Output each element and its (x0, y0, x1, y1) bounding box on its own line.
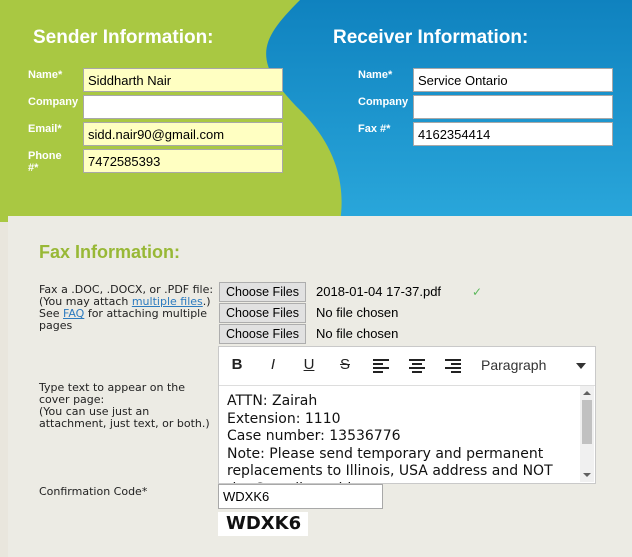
align-left-icon[interactable] (371, 356, 391, 377)
captcha-image: WDXK6 (218, 512, 308, 536)
fax-heading: Fax Information: (39, 242, 181, 262)
sender-company-input[interactable] (83, 95, 283, 119)
receiver-company-input[interactable] (413, 95, 613, 119)
sender-email-label: Email* (28, 123, 62, 135)
chosen-file-3: No file chosen (316, 326, 399, 341)
sender-phone-label: Phone #* (28, 150, 62, 174)
receiver-name-label: Name* (358, 69, 393, 81)
editor-toolbar: B I U S Paragraph (219, 347, 595, 386)
chosen-file-2: No file chosen (316, 305, 399, 320)
confirmation-code-label: Confirmation Code* (39, 485, 148, 498)
chosen-file-1: 2018-01-04 17-37.pdf (316, 284, 442, 299)
scroll-thumb[interactable] (582, 400, 592, 444)
cover-text-line: Extension: 1110 (227, 410, 341, 427)
sender-heading: Sender Information: (33, 27, 214, 48)
align-right-icon[interactable] (443, 356, 463, 377)
cover-text-line: Note: Please send temporary and permanen… (227, 445, 553, 484)
header-region: Sender Information: Receiver Information… (0, 0, 632, 222)
scroll-up-icon[interactable] (580, 388, 594, 398)
cover-text-editor[interactable]: B I U S Paragraph ATTN: Zairah Extension… (218, 346, 596, 484)
sender-name-input[interactable]: Siddharth Nair (83, 68, 283, 92)
confirmation-code-input[interactable]: WDXK6 (218, 484, 383, 509)
strikethrough-button[interactable]: S (335, 356, 355, 373)
sender-phone-input[interactable]: 7472585393 (83, 149, 283, 173)
cover-text[interactable]: ATTN: Zairah Extension: 1110 Case number… (227, 393, 572, 483)
paragraph-format-dropdown[interactable]: Paragraph (481, 357, 586, 377)
cover-text-line: Case number: 13536776 (227, 428, 401, 444)
check-icon: ✓ (472, 285, 483, 299)
attach-help: Fax a .DOC, .DOCX, or .PDF file: (You ma… (39, 284, 217, 332)
italic-button[interactable]: I (263, 356, 283, 373)
paragraph-format-label: Paragraph (481, 357, 547, 373)
receiver-company-label: Company (358, 96, 409, 108)
choose-files-button-3[interactable]: Choose Files (219, 324, 306, 344)
underline-button[interactable]: U (299, 356, 319, 373)
bold-button[interactable]: B (227, 356, 247, 373)
scroll-down-icon[interactable] (580, 470, 594, 480)
cover-text-line: ATTN: Zairah (227, 393, 318, 409)
receiver-heading: Receiver Information: (333, 27, 529, 48)
choose-files-button-1[interactable]: Choose Files (219, 282, 306, 302)
cover-help: Type text to appear on the cover page: (… (39, 381, 210, 430)
chevron-down-icon (576, 363, 586, 369)
attach-help-line3: See FAQ for attaching multiple pages (39, 308, 217, 332)
receiver-fax-input[interactable]: 4162354414 (413, 122, 613, 146)
choose-files-button-2[interactable]: Choose Files (219, 303, 306, 323)
receiver-name-input[interactable]: Service Ontario (413, 68, 613, 92)
align-center-icon[interactable] (407, 356, 427, 377)
editor-scrollbar[interactable] (580, 386, 594, 482)
sender-company-label: Company (28, 96, 79, 108)
sender-name-label: Name* (28, 69, 63, 81)
sender-email-input[interactable]: sidd.nair90@gmail.com (83, 122, 283, 146)
receiver-fax-label: Fax #* (358, 123, 391, 135)
